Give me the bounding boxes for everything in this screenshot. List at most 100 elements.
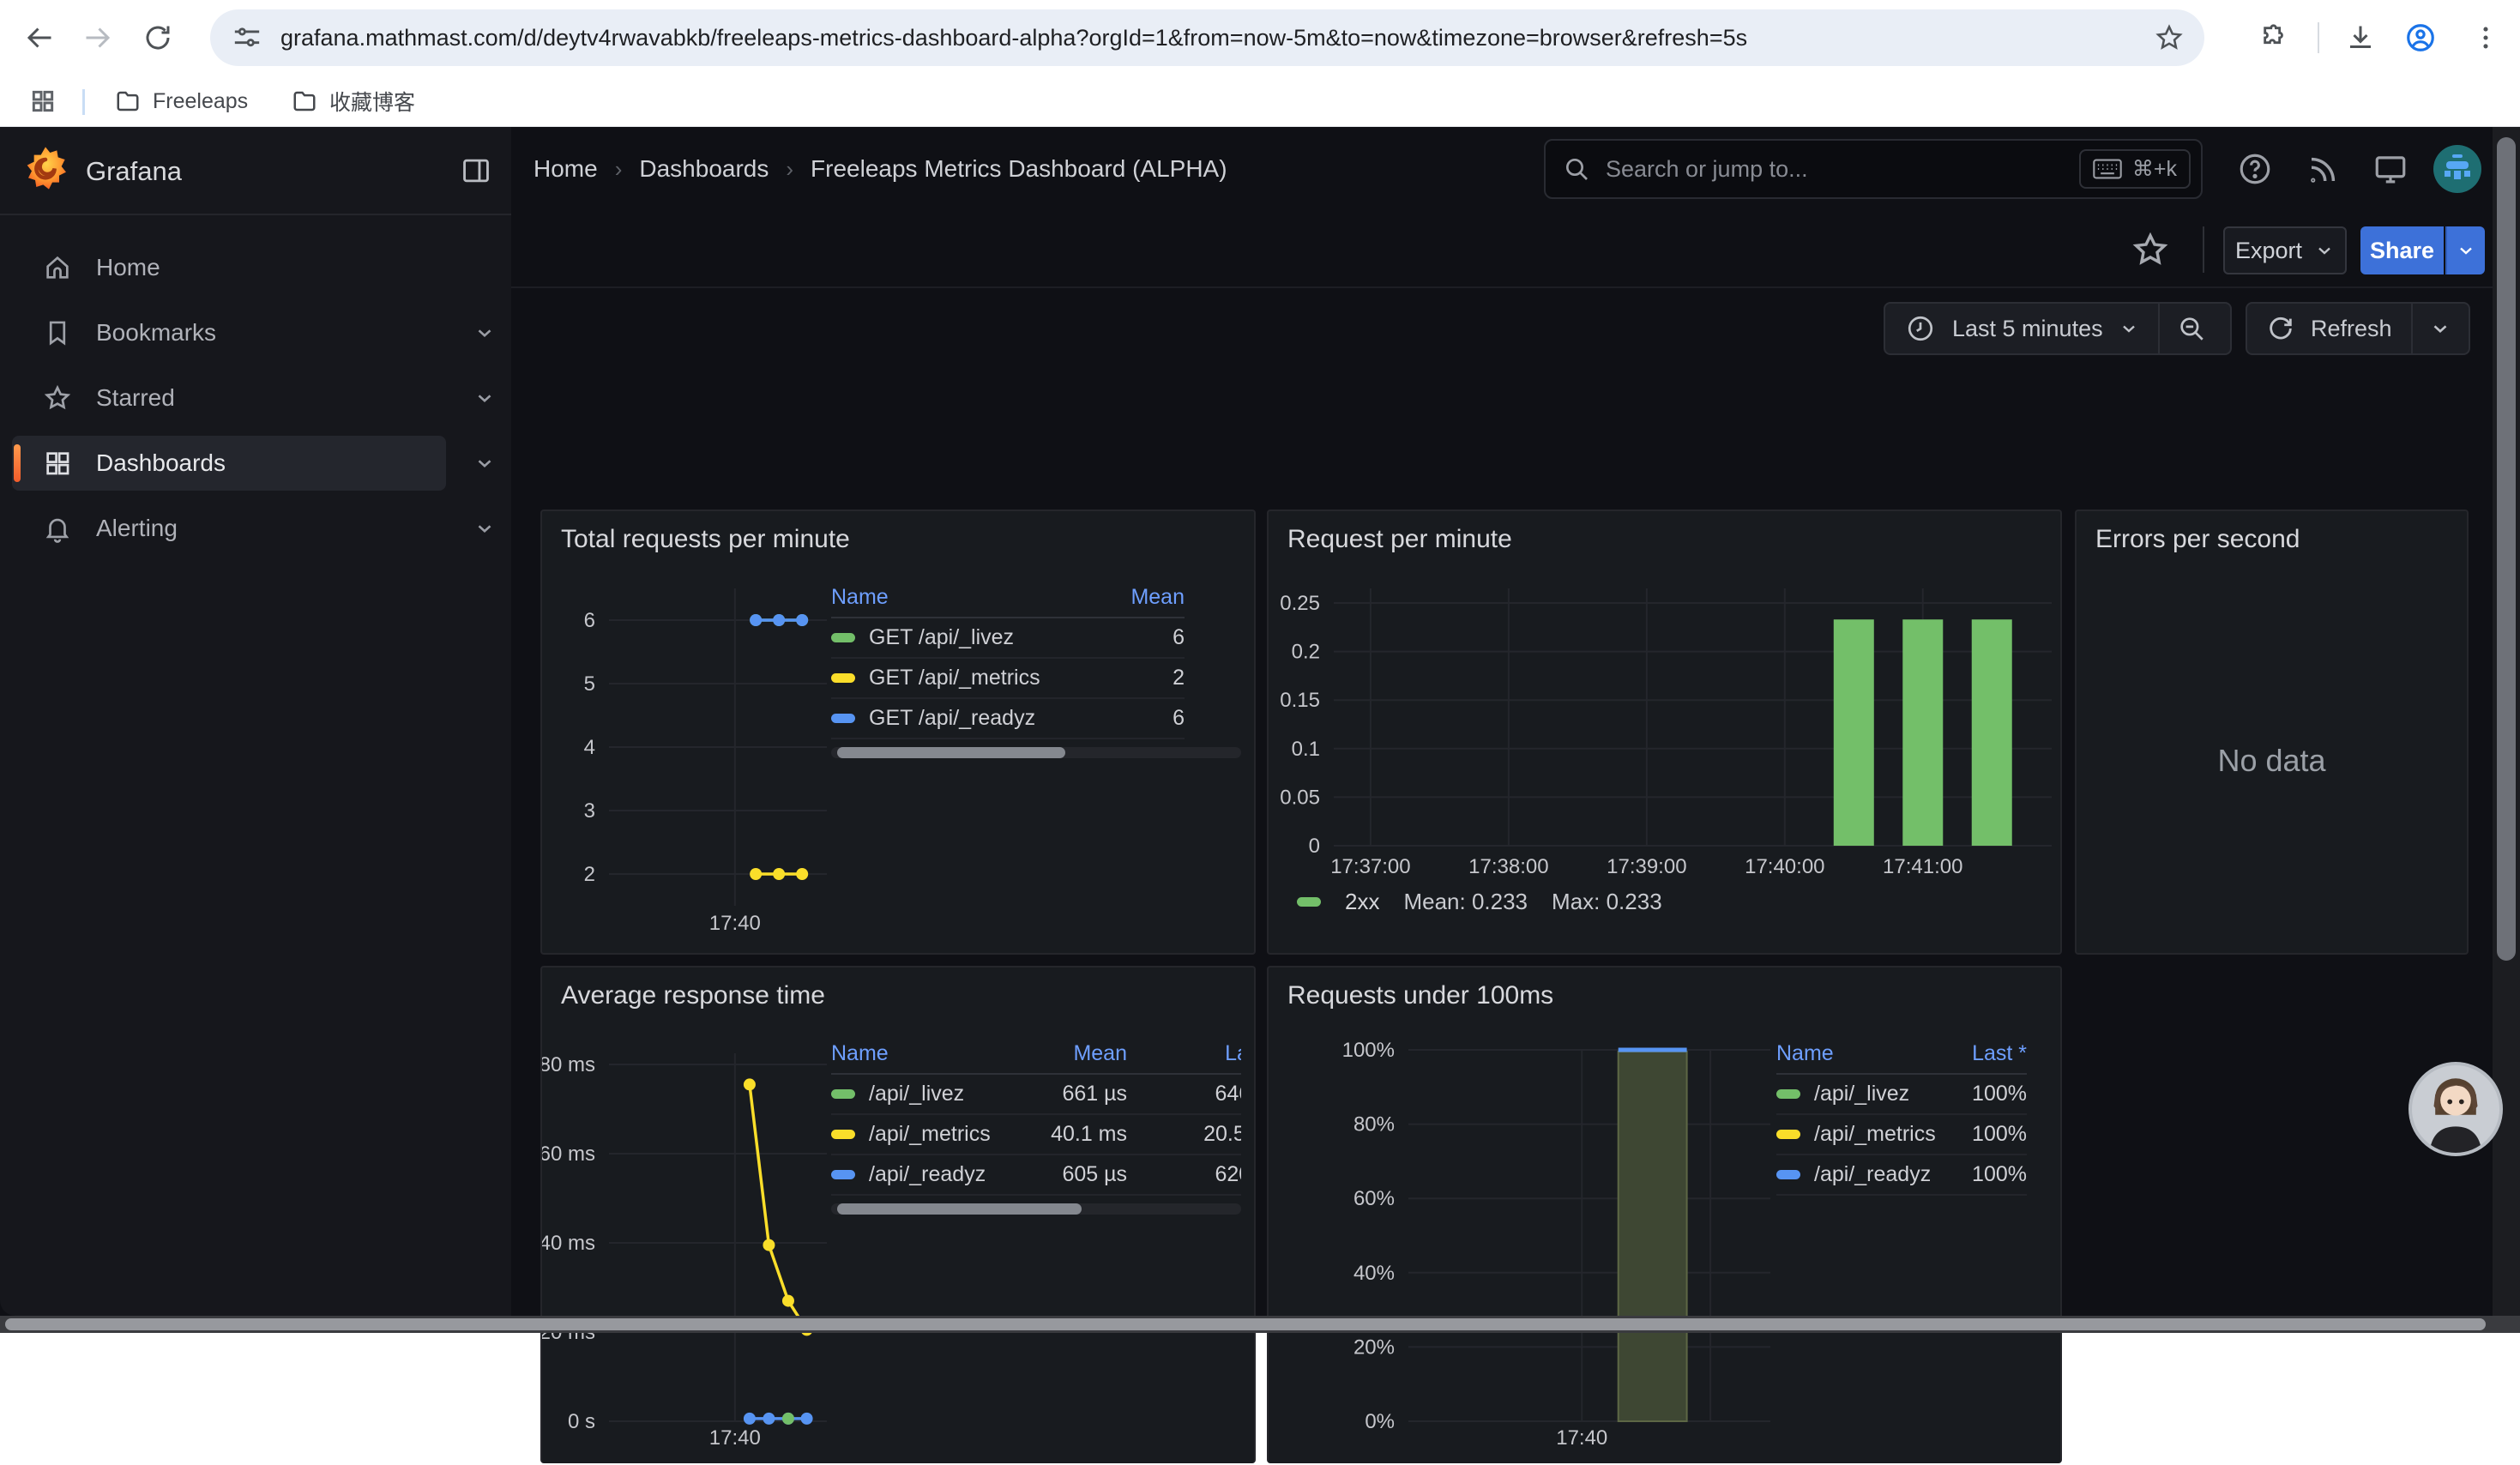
zoom-out-icon[interactable]: [2177, 314, 2206, 343]
bookmark-folder-blogs[interactable]: 收藏博客: [281, 82, 425, 120]
chevron-down-icon[interactable]: [473, 322, 496, 344]
legend-series-name[interactable]: GET /api/_readyz: [831, 699, 1114, 739]
legend-scrollbar[interactable]: [831, 1203, 1241, 1215]
profile-icon[interactable]: [2398, 15, 2443, 60]
user-avatar[interactable]: [2433, 144, 2482, 194]
panel-title[interactable]: Request per minute: [1287, 525, 1512, 554]
legend-column-header[interactable]: Name: [1776, 1034, 1939, 1075]
breadcrumb-separator: ›: [615, 156, 623, 183]
legend-column-header[interactable]: Last *: [1939, 1034, 2027, 1075]
chevron-down-icon[interactable]: [473, 517, 496, 540]
dock-menu-icon[interactable]: [460, 154, 492, 187]
legend-column-header[interactable]: Name: [831, 578, 1114, 618]
breadcrumb-separator: ›: [786, 156, 793, 183]
scrollbar-thumb[interactable]: [2497, 137, 2516, 961]
site-settings-icon[interactable]: [232, 23, 262, 52]
svg-text:5: 5: [584, 672, 595, 696]
refresh-icon: [2266, 314, 2295, 343]
apps-grid-icon[interactable]: [21, 79, 65, 124]
breadcrumb-dashboards[interactable]: Dashboards: [639, 155, 769, 183]
legend-value: 605 µs: [1037, 1155, 1127, 1196]
svg-text:17:38:00: 17:38:00: [1468, 855, 1548, 878]
news-rss-icon[interactable]: [2306, 151, 2342, 187]
series-color-pill: [831, 714, 855, 723]
svg-text:17:40: 17:40: [709, 912, 761, 935]
back-icon[interactable]: [17, 15, 62, 60]
svg-text:17:37:00: 17:37:00: [1330, 855, 1410, 878]
breadcrumb: Home › Dashboards › Freeleaps Metrics Da…: [534, 127, 1227, 211]
breadcrumb-home[interactable]: Home: [534, 155, 598, 183]
horizontal-scrollbar[interactable]: [0, 1316, 2520, 1333]
legend-series-name[interactable]: /api/_metrics: [831, 1115, 1037, 1155]
panel-title[interactable]: Total requests per minute: [561, 525, 850, 554]
refresh-button[interactable]: Refresh: [2246, 302, 2470, 355]
chevron-down-icon[interactable]: [473, 387, 496, 409]
toolbar-divider: [2203, 226, 2204, 273]
svg-text:40%: 40%: [1353, 1262, 1395, 1285]
legend-scrollbar[interactable]: [831, 747, 1241, 758]
export-button[interactable]: Export: [2223, 226, 2347, 274]
toolbar-divider: [2318, 22, 2319, 53]
legend-value: 646 µs: [1127, 1075, 1241, 1115]
legend-column-header[interactable]: Last *: [1127, 1034, 1241, 1075]
share-menu-button[interactable]: [2445, 226, 2485, 274]
share-button[interactable]: Share: [2360, 226, 2444, 274]
legend-series-name[interactable]: /api/_livez: [831, 1075, 1037, 1115]
search-placeholder: Search or jump to...: [1606, 156, 2079, 183]
menu-kebab-icon[interactable]: [2463, 15, 2508, 60]
series-color-pill: [1776, 1170, 1800, 1179]
help-icon[interactable]: [2237, 151, 2273, 187]
scrollbar-thumb[interactable]: [837, 747, 1065, 758]
legend-series-name[interactable]: GET /api/_livez: [831, 618, 1114, 659]
legend-column-header[interactable]: Name: [831, 1034, 1037, 1075]
bookmark-star-icon[interactable]: [2155, 23, 2184, 52]
time-range-picker[interactable]: Last 5 minutes: [1884, 302, 2232, 355]
legend-column-header[interactable]: Mean: [1114, 578, 1185, 618]
sidebar-item-home[interactable]: Home: [12, 240, 446, 295]
legend-series-name[interactable]: GET /api/_metrics: [831, 659, 1114, 699]
svg-text:0 s: 0 s: [568, 1410, 595, 1433]
control-divider: [2158, 304, 2160, 353]
svg-text:40 ms: 40 ms: [542, 1232, 595, 1255]
svg-text:0: 0: [1309, 835, 1320, 858]
assistant-avatar[interactable]: [2408, 1062, 2503, 1156]
search-input[interactable]: Search or jump to... ⌘+k: [1544, 139, 2203, 199]
legend-series-name[interactable]: /api/_readyz: [1776, 1155, 1939, 1196]
refresh-interval-chevron-icon[interactable]: [2429, 317, 2451, 340]
forward-icon[interactable]: [75, 15, 120, 60]
url-text: grafana.mathmast.com/d/deytv4rwavabkb/fr…: [280, 25, 2134, 51]
folder-icon: [292, 88, 317, 114]
svg-text:100%: 100%: [1342, 1039, 1395, 1062]
legend-series-name[interactable]: 2xx: [1345, 889, 1379, 915]
sidebar-item-bookmarks[interactable]: Bookmarks: [12, 305, 446, 360]
vertical-scrollbar[interactable]: [2493, 127, 2520, 1316]
legend-table: NameMeanLast */api/_livez661 µs646 µs/ap…: [831, 1034, 1241, 1200]
scrollbar-thumb[interactable]: [5, 1318, 2486, 1330]
panel-title[interactable]: Average response time: [561, 981, 825, 1010]
tv-kiosk-icon[interactable]: [2372, 151, 2408, 187]
legend-series-name[interactable]: /api/_readyz: [831, 1155, 1037, 1196]
favorite-star-icon[interactable]: [2131, 230, 2170, 269]
panel-title[interactable]: Requests under 100ms: [1287, 981, 1553, 1010]
legend-series-name[interactable]: /api/_metrics: [1776, 1115, 1939, 1155]
sidebar-item-dashboards[interactable]: Dashboards: [12, 436, 446, 491]
grafana-logo[interactable]: [22, 146, 69, 194]
legend-column-header[interactable]: Mean: [1037, 1034, 1127, 1075]
sidebar: Grafana Home Bookmarks: [0, 127, 511, 1316]
sidebar-item-starred[interactable]: Starred: [12, 371, 446, 425]
extensions-icon[interactable]: [2252, 15, 2297, 60]
legend-table: NameLast */api/_livez100%/api/_metrics10…: [1776, 1034, 2027, 1200]
chevron-down-icon[interactable]: [473, 452, 496, 474]
scrollbar-thumb[interactable]: [837, 1203, 1082, 1215]
url-bar[interactable]: grafana.mathmast.com/d/deytv4rwavabkb/fr…: [210, 9, 2204, 66]
reload-icon[interactable]: [136, 15, 180, 60]
bookmark-folder-freeleaps[interactable]: Freeleaps: [105, 82, 258, 120]
panel-errors-per-second: Errors per second No data: [2075, 509, 2469, 955]
keyboard-icon: [2093, 158, 2122, 180]
download-icon[interactable]: [2338, 15, 2383, 60]
legend-series-name[interactable]: /api/_livez: [1776, 1075, 1939, 1115]
sidebar-item-alerting[interactable]: Alerting: [12, 501, 446, 556]
legend-value: 2: [1114, 659, 1185, 699]
panel-title[interactable]: Errors per second: [2095, 525, 2300, 554]
legend-value: 6: [1114, 699, 1185, 739]
